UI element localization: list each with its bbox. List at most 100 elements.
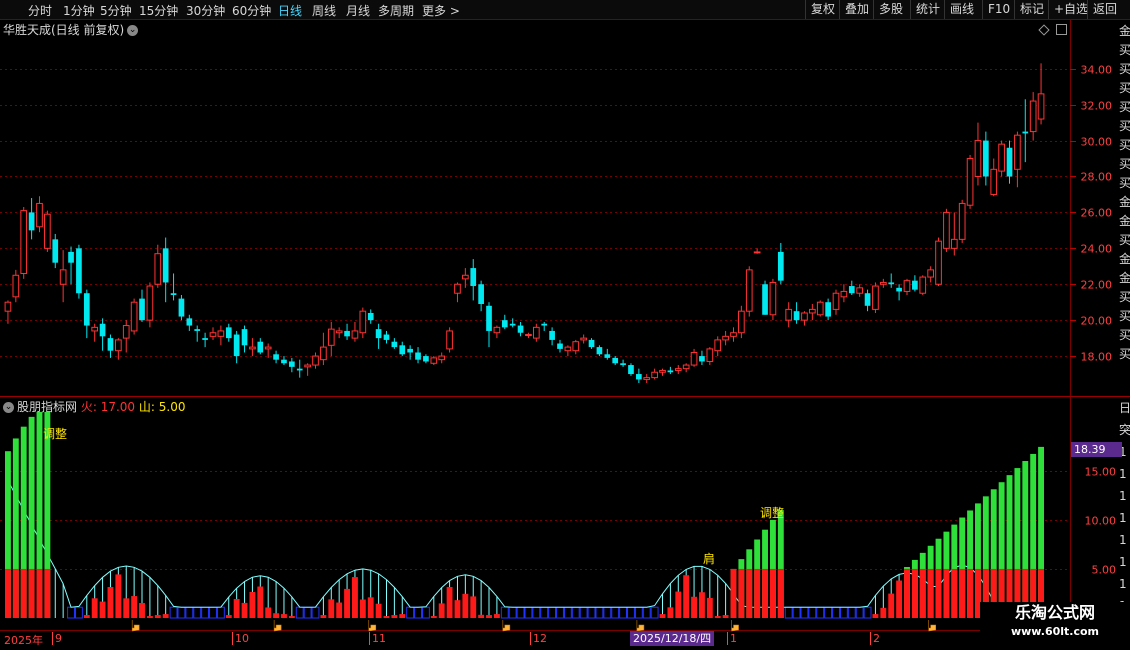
candle-body-up (320, 346, 327, 361)
candle-body-down (667, 370, 674, 373)
candle-body-down (289, 361, 295, 367)
indicator-red-bar (91, 598, 98, 618)
indicator-red-bar (288, 616, 295, 618)
indicator-red-bar (470, 596, 477, 618)
candle-body-down (888, 282, 895, 285)
candle-body-up (217, 330, 225, 337)
candle-body-down (233, 334, 240, 357)
candle-body-down (612, 357, 619, 364)
candle-body-up (801, 312, 808, 321)
watermark-url: www.60lt.com (1010, 625, 1100, 638)
candle-body-down (162, 248, 169, 283)
indicator-cyan-line (7, 480, 1042, 608)
indicator-red-bar (959, 568, 966, 618)
indicator-red-bar (225, 615, 232, 618)
candle-body-up (682, 364, 690, 370)
indicator-red-bar (249, 591, 256, 618)
indicator-blue-box (816, 606, 825, 619)
indicator-current-value: 18.39 (1071, 442, 1122, 457)
indicator-blue-box (540, 606, 549, 619)
indicator-red-bar (83, 615, 90, 618)
indicator-red-bar (927, 568, 934, 618)
candle-body-up (950, 238, 958, 249)
indicator-red-bar (691, 596, 697, 618)
indicator-blue-box (611, 606, 620, 619)
indicator-annotation: 调整 (43, 426, 67, 441)
candle-body-up (769, 281, 777, 316)
candle-body-up (674, 368, 682, 371)
candle-body-up (1014, 134, 1021, 170)
partial-axis-char: 金 (1119, 213, 1130, 228)
indicator-red-bar (28, 568, 35, 618)
indicator-red-bar (36, 568, 43, 618)
candle-body-up (532, 326, 540, 339)
indicator-red-bar (777, 568, 784, 618)
candle-body-down (178, 298, 185, 317)
indicator-blue-box (563, 606, 572, 619)
candle-body-down (478, 284, 484, 304)
candle-body-down (52, 239, 59, 263)
partial-axis-char: 买 (1119, 347, 1130, 361)
candle-body-down (186, 318, 193, 326)
candle-body-up (462, 274, 469, 280)
indicator-red-bar (683, 575, 690, 618)
hand-pointer-icon (368, 620, 377, 632)
partial-indicator-char: 1 (1119, 555, 1127, 569)
indicator-red-bar (746, 568, 753, 618)
candle-body-up (209, 332, 217, 337)
candle-body-up (730, 332, 737, 337)
price-axis-label: 24.00 (1081, 243, 1113, 256)
candle-body-down (139, 298, 145, 321)
indicator-red-bar (730, 568, 737, 618)
indicator-red-bar (257, 586, 264, 618)
candle-body-up (130, 301, 138, 332)
watermark-title: 乐淘公式网 (1014, 603, 1095, 622)
candle-body-down (415, 352, 421, 360)
indicator-red-bar (273, 613, 280, 618)
indicator-red-bar (265, 607, 272, 618)
indicator-blue-box (414, 606, 422, 619)
indicator-blue-box (295, 606, 304, 619)
indicator-blue-box (406, 606, 415, 619)
indicator-annotation: 调整 (760, 505, 784, 520)
candle-body-up (990, 168, 998, 195)
candle-body-up (935, 240, 942, 285)
indicator-blue-box (311, 606, 320, 619)
candle-body-down (896, 287, 902, 292)
indicator-blue-box (587, 606, 596, 619)
indicator-red-bar (478, 614, 485, 618)
candle-body-up (879, 281, 887, 285)
indicator-red-bar (320, 615, 327, 618)
partial-indicator-char: 1 (1119, 467, 1127, 481)
candle-body-down (864, 293, 871, 306)
candle-body-down (628, 365, 634, 375)
partial-axis-char: 金 (1119, 23, 1130, 38)
candle-body-up (454, 283, 461, 294)
candle-body-down (170, 293, 177, 296)
indicator-blue-box (209, 606, 217, 619)
candle-body-down (470, 268, 477, 287)
price-axis-label: 34.00 (1081, 64, 1113, 77)
indicator-red-bar (951, 568, 958, 618)
indicator-red-bar (911, 568, 918, 618)
candle-body-up (966, 158, 974, 206)
price-axis-label: 30.00 (1081, 136, 1113, 149)
candle-body-up (722, 335, 729, 341)
indicator-blue-box (634, 606, 643, 619)
partial-indicator-char: 1 (1119, 511, 1127, 525)
watermark: 乐淘公式网 www.60lt.com (980, 602, 1130, 650)
indicator-red-bar (162, 614, 169, 618)
indicator-red-bar (667, 607, 674, 618)
indicator-blue-box (800, 606, 809, 619)
candle-body-up (36, 202, 43, 228)
hand-pointer-icon (731, 620, 739, 632)
candle-body-up (91, 326, 99, 332)
candle-body-down (423, 356, 429, 362)
candle-body-down (194, 329, 201, 331)
candle-body-up (832, 292, 840, 310)
indicator-red-bar (12, 568, 19, 618)
indicator-red-bar (754, 568, 761, 618)
indicator-axis-label: 15.00 (1085, 466, 1117, 479)
indicator-red-bar (131, 596, 138, 618)
indicator-red-bar (888, 593, 895, 618)
